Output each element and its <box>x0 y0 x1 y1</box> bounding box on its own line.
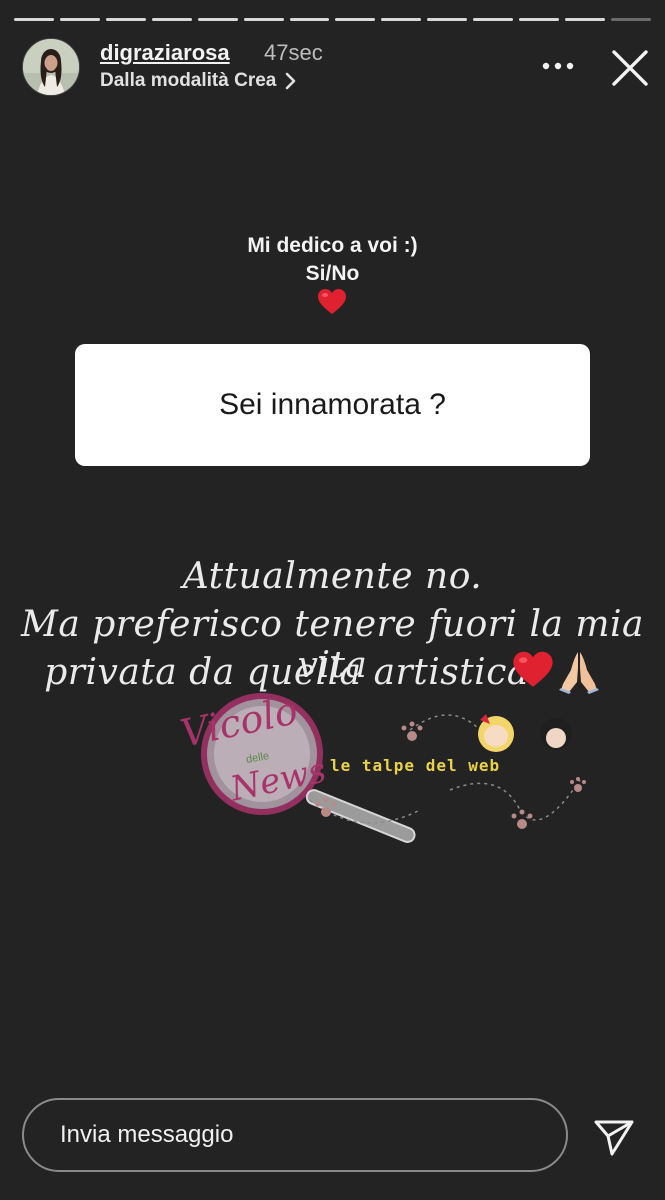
post-time: 47sec <box>264 40 323 65</box>
progress-segment <box>335 18 376 21</box>
more-horizontal-icon <box>542 62 574 70</box>
username-link[interactable]: digraziarosa <box>100 40 230 66</box>
progress-segment <box>243 18 284 21</box>
close-icon <box>612 50 648 86</box>
progress-segment <box>519 18 560 21</box>
question-prompt: Mi dedico a voi :) <box>247 234 418 257</box>
progress-segment <box>105 18 146 21</box>
question-prompt-options: Si/No <box>305 262 360 285</box>
red-heart-icon <box>318 289 346 314</box>
avatar-image <box>23 39 79 95</box>
folded-hands-icon <box>559 652 599 694</box>
progress-segment <box>381 18 422 21</box>
message-input[interactable]: Invia messaggio <box>22 1098 568 1172</box>
question-text: Sei innamorata ? <box>219 388 446 421</box>
progress-segment <box>151 18 192 21</box>
create-mode-label: Dalla modalità Crea <box>100 70 277 91</box>
watermark-brand: le talpe del web <box>330 756 501 775</box>
story-progress-bar <box>14 18 651 21</box>
close-button[interactable] <box>606 44 654 92</box>
create-mode-link[interactable]: Dalla modalità Crea <box>100 70 298 92</box>
red-heart-icon <box>513 651 553 687</box>
message-placeholder: Invia messaggio <box>60 1121 234 1148</box>
progress-segment <box>289 18 330 21</box>
send-button[interactable] <box>592 1114 636 1158</box>
progress-segment <box>14 18 54 21</box>
chevron-right-icon <box>286 72 296 90</box>
send-icon <box>594 1120 634 1156</box>
progress-segment-current <box>610 18 651 21</box>
progress-segment <box>59 18 100 21</box>
progress-segment <box>197 18 238 21</box>
story-view[interactable]: digraziarosa 47sec Dalla modalità Crea M… <box>0 0 665 1200</box>
more-options-button[interactable] <box>536 54 580 78</box>
question-sticker[interactable]: Sei innamorata ? <box>75 344 590 466</box>
progress-segment <box>427 18 468 21</box>
progress-segment <box>565 18 605 21</box>
phone-frame: digraziarosa 47sec Dalla modalità Crea M… <box>0 0 665 1200</box>
avatar[interactable] <box>22 38 80 96</box>
answer-line-1: Attualmente no. <box>182 556 483 597</box>
progress-segment <box>473 18 514 21</box>
